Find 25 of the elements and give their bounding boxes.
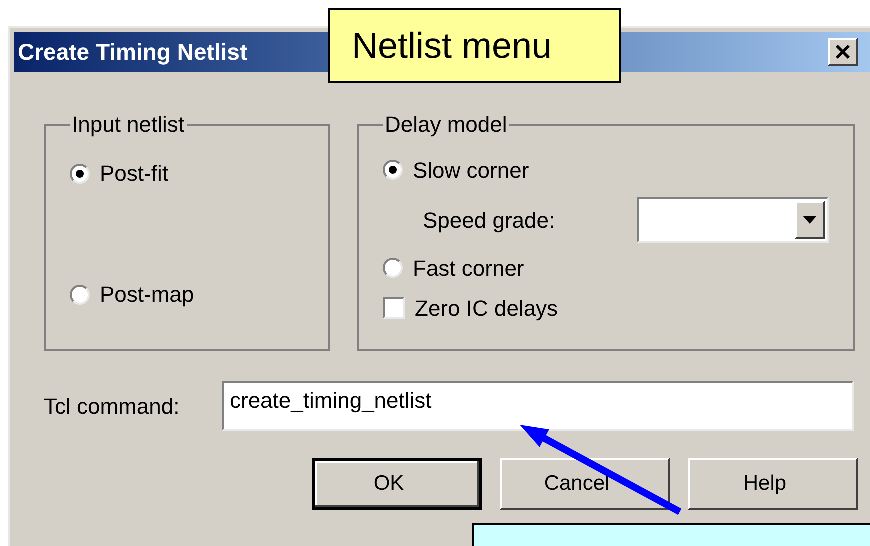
radio-button[interactable] (70, 164, 90, 184)
group-title: Delay model (384, 113, 508, 137)
caret-icon (803, 216, 817, 224)
dialog-button[interactable]: OK (312, 458, 482, 510)
radio-button[interactable] (70, 284, 90, 304)
tcl-command-field[interactable]: create_timing_netlist (222, 381, 854, 431)
close-icon (835, 44, 851, 60)
close-button[interactable] (828, 38, 858, 66)
dialog-button[interactable]: Cancel (500, 458, 670, 510)
dropdown-button[interactable] (795, 201, 825, 239)
option-label: Slow corner (413, 156, 530, 184)
radio-button[interactable] (383, 258, 403, 278)
tcl-command-label: Tcl command: (44, 392, 181, 420)
speed-grade-dropdown[interactable] (637, 197, 829, 243)
checkbox[interactable] (383, 297, 405, 319)
group-title: Input netlist (71, 113, 186, 137)
option-label: Fast corner (413, 254, 524, 282)
option-label: Post-map (100, 281, 194, 309)
window-title: Create Timing Netlist (18, 38, 248, 67)
callout-box: Netlist menu (328, 8, 621, 83)
dialog-button[interactable]: Help (688, 458, 858, 510)
option-label: Post-fit (100, 160, 168, 188)
speed-grade-label: Speed grade: (423, 206, 556, 235)
radio-button[interactable] (383, 160, 403, 180)
option-label: Zero IC delays (415, 294, 558, 323)
